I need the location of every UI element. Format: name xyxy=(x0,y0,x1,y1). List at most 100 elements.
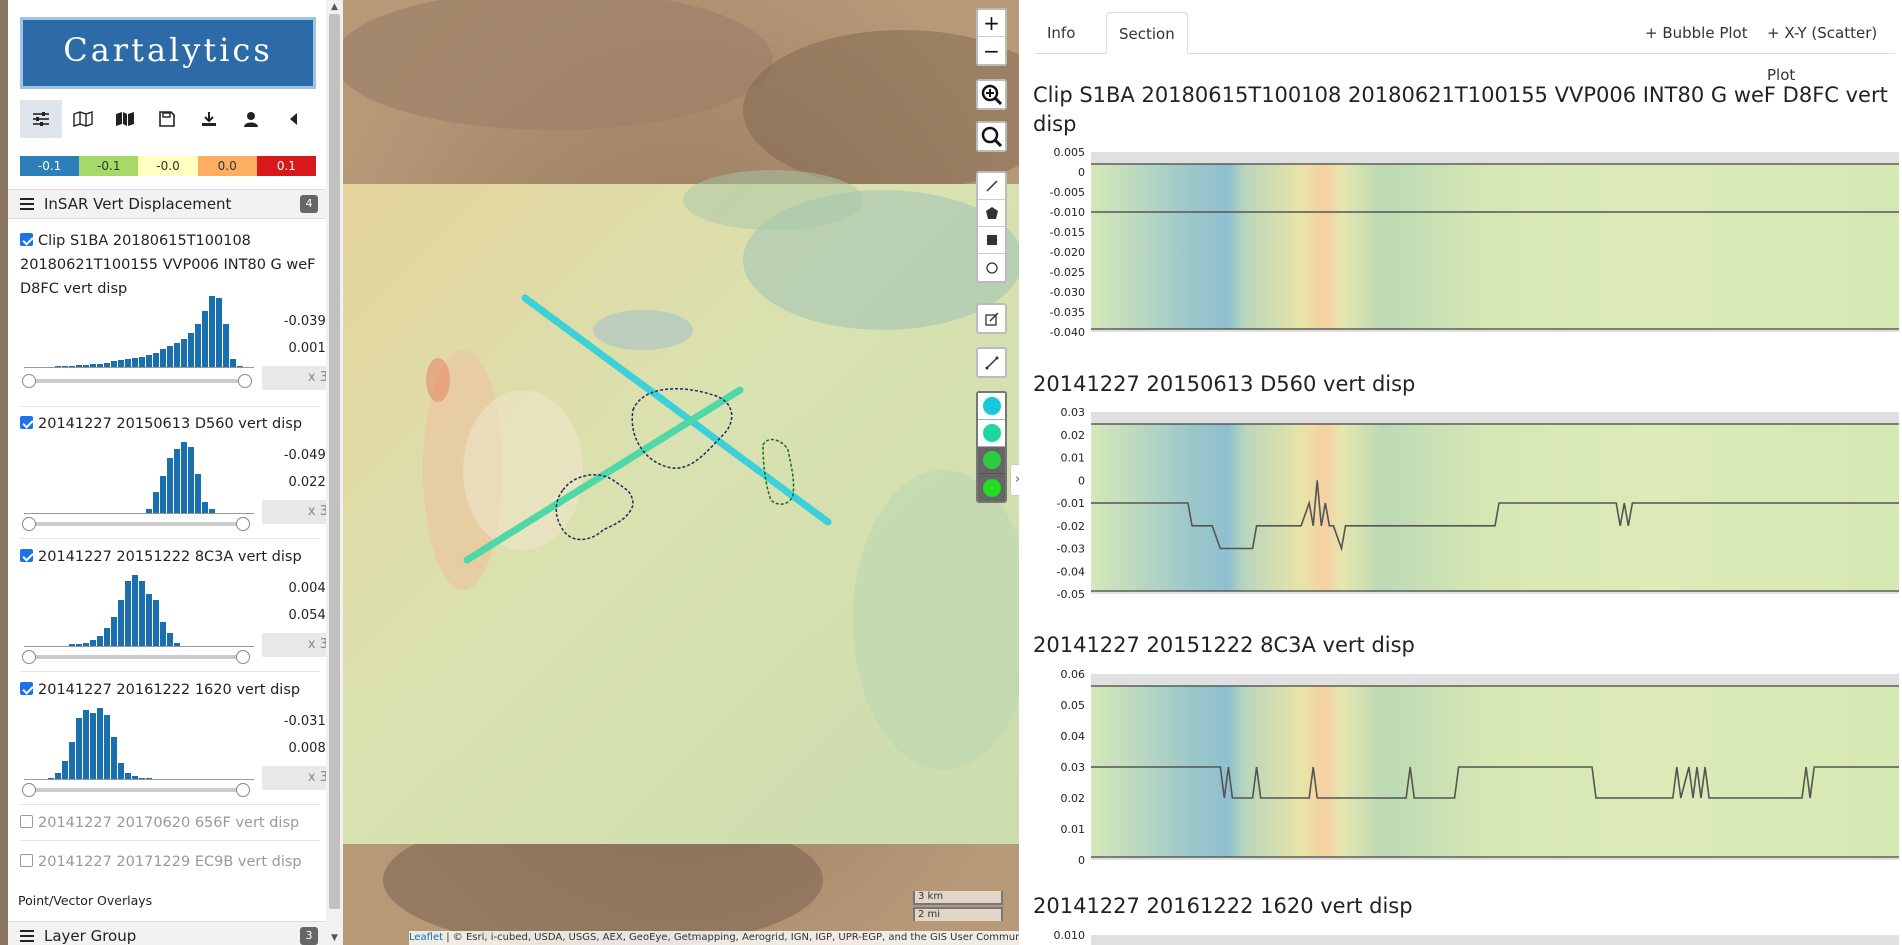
multiplier-field[interactable]: x 3 xyxy=(262,766,326,790)
histogram-bar xyxy=(111,616,118,647)
layer-title[interactable]: 20141227 20150613 D560 vert disp xyxy=(20,412,316,436)
edit-icon[interactable] xyxy=(978,305,1005,332)
y-tick-label: 0.010 xyxy=(1054,929,1086,942)
swatch-cyan-icon[interactable] xyxy=(978,393,1005,420)
slider-handle-min[interactable] xyxy=(22,517,36,531)
layer-title[interactable]: 20141227 20151222 8C3A vert disp xyxy=(20,545,316,569)
slider-handle-min[interactable] xyxy=(22,783,36,797)
histogram-bar xyxy=(153,352,160,368)
layer-group-title: Layer Group xyxy=(44,927,137,945)
slider-handle-max[interactable] xyxy=(236,783,250,797)
multiplier-field[interactable]: x 3 xyxy=(262,500,326,524)
min-value[interactable]: -0.0396 xyxy=(262,308,326,335)
layer-checkbox[interactable] xyxy=(20,815,33,828)
draw-rectangle-icon[interactable] xyxy=(978,227,1005,254)
layer-title-text: 20141227 20171229 EC9B vert disp xyxy=(38,854,302,870)
app-logo[interactable]: Cartalytics xyxy=(20,17,316,89)
layer-checkbox[interactable] xyxy=(20,682,33,695)
y-tick-label: 0.05 xyxy=(1061,699,1086,712)
map-outline-icon[interactable] xyxy=(62,100,104,138)
chart-title: 20141227 20161222 1620 vert disp xyxy=(1033,894,1413,918)
range-slider[interactable] xyxy=(22,650,252,664)
divider xyxy=(20,406,320,407)
user-icon[interactable] xyxy=(230,100,272,138)
map-attribution: Leaflet | © Esri, i-cubed, USDA, USGS, A… xyxy=(409,931,1019,945)
collapse-left-icon[interactable] xyxy=(272,100,314,138)
add-bubble-plot-button[interactable]: + Bubble Plot xyxy=(1645,12,1748,54)
max-value[interactable]: 0.0229 xyxy=(262,469,327,496)
divider xyxy=(20,538,320,539)
swatch-teal-icon[interactable] xyxy=(978,420,1005,447)
range-slider[interactable] xyxy=(22,374,252,388)
range-slider[interactable] xyxy=(22,517,252,531)
layer-title[interactable]: 20141227 20161222 1620 vert disp xyxy=(20,678,316,702)
multiplier-field[interactable]: x 3 xyxy=(262,366,326,390)
layer-checkbox[interactable] xyxy=(20,416,33,429)
zoom-in-icon[interactable]: + xyxy=(978,10,1005,37)
tab-section[interactable]: Section xyxy=(1106,12,1188,54)
y-tick-label: -0.05 xyxy=(1057,588,1085,601)
search-icon[interactable] xyxy=(976,121,1007,152)
chart-svg: 0.06 0.05 0.04 0.03 0.02 0.01 0 xyxy=(1061,668,1899,867)
scrollbar-thumb[interactable] xyxy=(329,14,340,909)
histogram-bar xyxy=(181,442,188,514)
measure-icon[interactable] xyxy=(978,349,1005,376)
histogram-bar xyxy=(160,349,167,368)
slider-handle-min[interactable] xyxy=(22,374,36,388)
layer-checkbox[interactable] xyxy=(20,233,33,246)
min-value[interactable]: -0.0319 xyxy=(262,708,326,735)
draw-polygon-icon[interactable] xyxy=(978,200,1005,227)
y-tick-label: -0.020 xyxy=(1050,246,1085,259)
swatch-green-icon[interactable] xyxy=(978,447,1005,474)
histogram-bar xyxy=(62,760,69,780)
histogram-bar xyxy=(216,298,223,368)
zoom-out-icon[interactable]: − xyxy=(978,37,1005,64)
slider-handle-max[interactable] xyxy=(236,517,250,531)
slider-handle-max[interactable] xyxy=(238,374,252,388)
inactive-layer[interactable]: 20141227 20170620 656F vert disp xyxy=(20,812,299,834)
histogram-bar xyxy=(83,710,90,780)
divider xyxy=(20,671,320,672)
layer-group-header[interactable]: Layer Group 3 xyxy=(8,921,326,945)
map-view[interactable]: + − 3 km 2 mi Leaflet | © Esri, i-cubed,… xyxy=(343,0,1019,945)
draw-circle-icon[interactable] xyxy=(978,254,1005,281)
histogram-baseline xyxy=(24,367,254,368)
max-value[interactable]: 0.0012 xyxy=(262,335,327,362)
leaflet-link[interactable]: Leaflet xyxy=(409,932,443,943)
slider-handle-max[interactable] xyxy=(236,650,250,664)
sliders-icon[interactable] xyxy=(20,100,62,138)
max-value[interactable]: 0.0548 xyxy=(262,602,327,629)
range-slider[interactable] xyxy=(22,783,252,797)
scroll-down-icon[interactable]: ▼ xyxy=(326,931,343,945)
histogram-bar xyxy=(104,715,111,780)
layer-checkbox[interactable] xyxy=(20,854,33,867)
layer-values: 0.0043 0.0548 x 3 xyxy=(262,575,326,657)
max-value[interactable]: 0.0087 xyxy=(262,735,327,762)
map-filled-icon[interactable] xyxy=(104,100,146,138)
multiplier-field[interactable]: x 3 xyxy=(262,633,326,657)
chart-hatch-top xyxy=(1091,935,1899,945)
menu-icon xyxy=(20,198,34,210)
slider-handle-min[interactable] xyxy=(22,650,36,664)
swatch-lime-icon[interactable] xyxy=(978,474,1005,501)
color-swatch-control xyxy=(976,391,1007,503)
histogram-bar xyxy=(104,627,111,647)
histogram-baseline xyxy=(24,513,254,514)
histogram-bar xyxy=(153,491,160,514)
scroll-up-icon[interactable]: ▲ xyxy=(326,0,343,14)
download-icon[interactable] xyxy=(188,100,230,138)
tab-info[interactable]: Info xyxy=(1035,12,1087,54)
sidebar-scrollbar[interactable]: ▲ ▼ xyxy=(326,0,343,945)
inactive-layer[interactable]: 20141227 20171229 EC9B vert disp xyxy=(20,851,302,873)
section-header[interactable]: InSAR Vert Displacement 4 xyxy=(8,189,326,219)
zoom-box-icon[interactable] xyxy=(976,79,1007,110)
histogram-bar xyxy=(223,324,230,368)
save-icon[interactable] xyxy=(146,100,188,138)
histogram xyxy=(24,700,254,780)
min-value[interactable]: 0.0043 xyxy=(262,575,327,602)
min-value[interactable]: -0.0495 xyxy=(262,442,326,469)
add-scatter-plot-button[interactable]: + X-Y (Scatter) Plot xyxy=(1767,12,1895,84)
layer-checkbox[interactable] xyxy=(20,549,33,562)
draw-line-icon[interactable] xyxy=(978,173,1005,200)
point-vector-label[interactable]: Point/Vector Overlays xyxy=(18,893,152,908)
